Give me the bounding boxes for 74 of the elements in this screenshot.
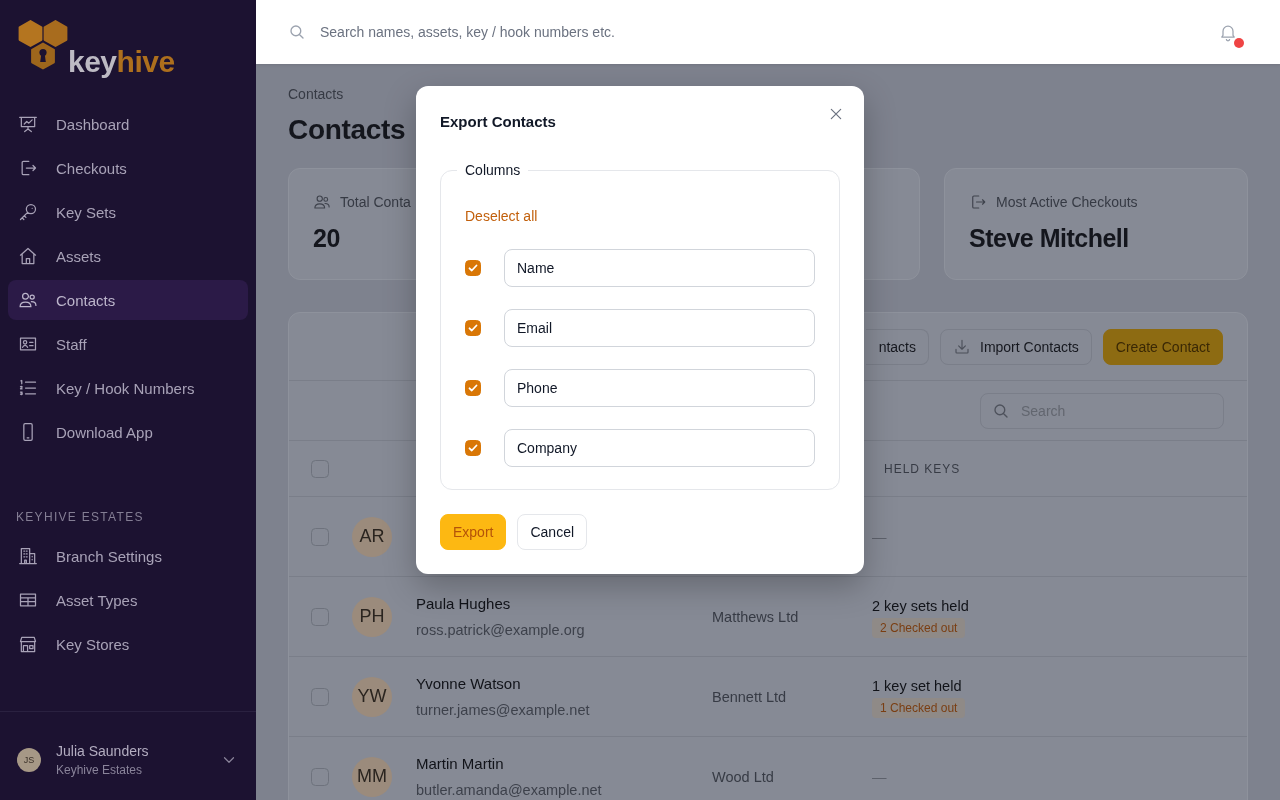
nav-item[interactable]: Key Sets: [8, 192, 248, 232]
nav-item[interactable]: Dashboard: [8, 104, 248, 144]
cancel-button[interactable]: Cancel: [517, 514, 588, 550]
column-name-field[interactable]: Company: [504, 429, 815, 467]
nav-item[interactable]: Staff: [8, 324, 248, 364]
contact-email: turner.james@example.net: [416, 700, 590, 720]
checkbox[interactable]: [465, 260, 481, 276]
hexagon-keyhole-logo-icon: [18, 20, 68, 70]
nav-item[interactable]: Contacts: [8, 280, 248, 320]
nav-item[interactable]: Key Stores: [8, 624, 248, 664]
stat-label: Total Conta: [340, 193, 411, 212]
house-icon: [18, 246, 38, 266]
building-icon: [18, 546, 38, 566]
stat-value: Steve Mitchell: [969, 223, 1129, 254]
row-checkbox[interactable]: [311, 767, 329, 786]
contact-email: butler.amanda@example.net: [416, 780, 602, 800]
contact-name[interactable]: Martin Martin: [416, 753, 504, 774]
checked-out-badge: 1 Checked out: [872, 697, 966, 718]
stat-label: Most Active Checkouts: [996, 193, 1138, 212]
avatar: PH: [352, 596, 392, 637]
users-icon: [18, 290, 38, 310]
users-icon: [313, 193, 331, 211]
avatar: AR: [352, 516, 392, 557]
row-checkbox[interactable]: [311, 687, 329, 706]
contact-name[interactable]: Paula Hughes: [416, 593, 511, 614]
close-icon[interactable]: [828, 106, 844, 122]
held-keys-text: 2 key sets held: [872, 596, 969, 616]
storefront-icon: [18, 634, 38, 654]
avatar: MM: [352, 756, 392, 797]
logo-wordmark: keyhive: [68, 45, 175, 79]
contact-name[interactable]: Yvonne Watson: [416, 673, 521, 694]
numbered-list-icon: [18, 378, 38, 398]
toolbar-button[interactable]: ntacts: [865, 328, 929, 365]
nav-item[interactable]: Assets: [8, 236, 248, 276]
user-organisation: Keyhive Estates: [56, 762, 143, 778]
presentation-chart-icon: [18, 114, 38, 134]
company-name: Wood Ltd: [712, 768, 774, 785]
key-icon: [18, 202, 38, 222]
user-avatar: JS: [17, 748, 41, 772]
column-name-field[interactable]: Name: [504, 249, 815, 287]
download-icon: [953, 337, 971, 356]
held-keys-text: 1 key set held: [872, 676, 962, 696]
nav-item[interactable]: Asset Types: [8, 580, 248, 620]
company-name: Bennett Ltd: [712, 688, 787, 705]
checkbox[interactable]: [465, 380, 481, 396]
checkbox[interactable]: [465, 440, 481, 456]
nav-item[interactable]: Key / Hook Numbers: [8, 368, 248, 408]
column-name-field[interactable]: Email: [504, 309, 815, 347]
row-checkbox[interactable]: [311, 527, 329, 546]
group-label: Columns: [464, 161, 522, 180]
checked-out-badge: 2 Checked out: [872, 617, 966, 638]
import-button[interactable]: Import Contacts: [940, 328, 1092, 365]
user-name: Julia Saunders: [56, 742, 149, 761]
nav-item[interactable]: Download App: [8, 412, 248, 452]
dialog-title: Export Contacts: [440, 112, 556, 132]
avatar: YW: [352, 676, 392, 717]
nav-item[interactable]: Branch Settings: [8, 536, 248, 576]
page-title: Contacts: [288, 113, 406, 147]
company-name: Matthews Ltd: [712, 608, 799, 625]
stat-value: 20: [313, 223, 340, 254]
contact-email: ross.patrick@example.org: [416, 620, 585, 640]
column-name-field[interactable]: Phone: [504, 369, 815, 407]
held-keys-text: —: [872, 527, 887, 547]
nav-item[interactable]: Checkouts: [8, 148, 248, 188]
column-header: HELD KEYS: [884, 461, 961, 476]
search-icon: [992, 401, 1010, 420]
row-checkbox[interactable]: [311, 607, 329, 626]
deselect-all-link[interactable]: Deselect all: [465, 206, 538, 226]
section-heading: KEYHIVE ESTATES: [16, 509, 144, 526]
exit-arrow-icon: [969, 193, 987, 211]
search-icon: [288, 23, 306, 41]
checkbox[interactable]: [465, 320, 481, 336]
held-keys-text: —: [872, 767, 887, 787]
select-all-checkbox[interactable]: [311, 459, 329, 478]
